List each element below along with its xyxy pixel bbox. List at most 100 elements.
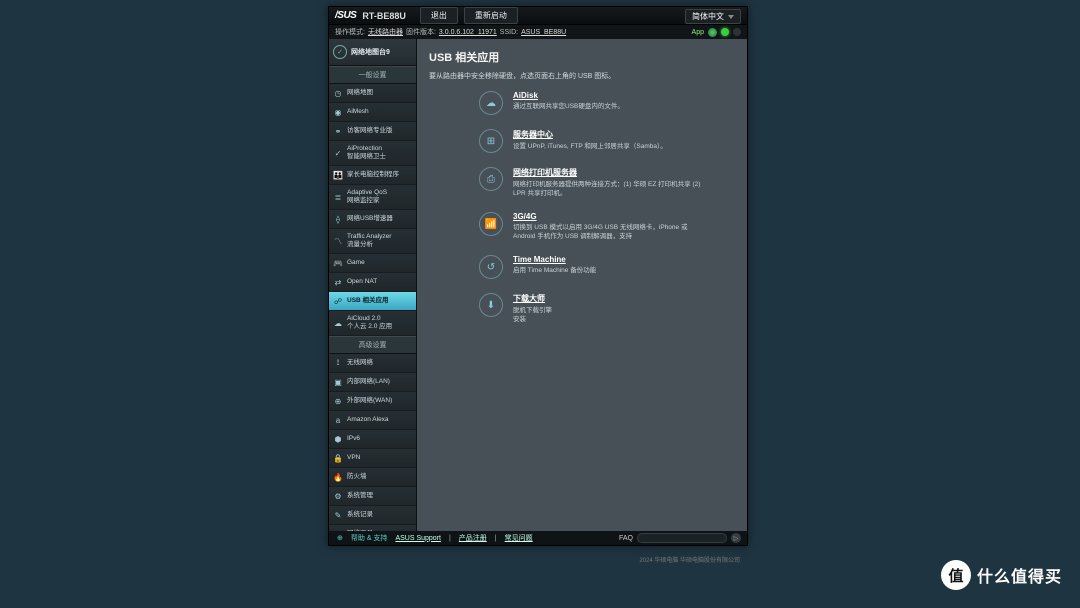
sidebar-icon: ⟠: [333, 214, 343, 224]
app-link[interactable]: App: [692, 29, 704, 36]
sidebar-item-advanced-0[interactable]: ⟟无线网络: [329, 354, 416, 373]
usb-status-icon[interactable]: [721, 28, 729, 36]
sidebar-icon: ⊕: [333, 396, 343, 406]
sidebar-item-general-2[interactable]: ⚭ 访客网络专业版: [329, 122, 416, 141]
faq-search-input[interactable]: [637, 533, 727, 543]
usb-app-title[interactable]: Time Machine: [513, 255, 596, 264]
gear-icon[interactable]: [708, 28, 717, 37]
usb-app-title[interactable]: AiDisk: [513, 91, 624, 100]
sidebar-icon: a: [333, 415, 343, 425]
main-content: USB 相关应用 要从路由器中安全移除硬盘，点选页面右上角的 USB 图标。 ☁…: [417, 39, 747, 531]
sidebar-icon: ◷: [333, 88, 343, 98]
sidebar-icon: 〽: [333, 236, 343, 246]
sidebar-item-general-3[interactable]: ✓ AiProtection智能网络卫士: [329, 141, 416, 166]
footer-link-register[interactable]: 产品注册: [459, 533, 487, 543]
ssid-value[interactable]: ASUS_BE88U: [521, 29, 566, 36]
sidebar-item-general-0[interactable]: ◷网络地图: [329, 84, 416, 103]
sidebar-icon: 🔒: [333, 453, 343, 463]
sidebar-item-label: 访客网络专业版: [347, 127, 393, 135]
sidebar-item-advanced-8[interactable]: ✎系统记录: [329, 506, 416, 525]
sidebar-item-label: 内部网络(LAN): [347, 378, 390, 386]
sidebar-item-label: 网络USB增速器: [347, 215, 393, 223]
sidebar-item-general-10[interactable]: ☍USB 相关应用: [329, 292, 416, 311]
sidebar-item-advanced-6[interactable]: 🔥防火墙: [329, 468, 416, 487]
footer-link-faq[interactable]: 常见问题: [505, 533, 533, 543]
sidebar-item-label: Game: [347, 259, 365, 267]
sidebar-icon: ▣: [333, 377, 343, 387]
sidebar-item-advanced-5[interactable]: 🔒 VPN: [329, 449, 416, 468]
usb-app-icon[interactable]: ⬇: [479, 293, 503, 317]
reboot-button[interactable]: 重新启动: [464, 7, 518, 24]
status-bar: 操作模式: 无线路由器 固件版本: 3.0.0.6.102_11971 SSID…: [329, 25, 747, 39]
sidebar-icon: ⇄: [333, 277, 343, 287]
sidebar-item-label: AiProtection智能网络卫士: [347, 145, 386, 161]
sidebar-item-general-6[interactable]: ⟠ 网络USB增速器: [329, 210, 416, 229]
language-select[interactable]: 简体中文: [685, 9, 741, 24]
sidebar-icon: ☍: [333, 296, 343, 306]
sidebar-item-label: Traffic Analyzer流量分析: [347, 233, 391, 249]
sidebar-item-advanced-2[interactable]: ⊕外部网络(WAN): [329, 392, 416, 411]
usb-app-desc: 脱机下载引擎安装: [513, 306, 552, 324]
usb-app-row-1: ⊞服务器中心设置 UPnP, iTunes, FTP 和网上邻居共享（Samba…: [429, 129, 735, 153]
usb-app-desc: 通过互联网共享您USB硬盘内的文件。: [513, 102, 624, 111]
sidebar-item-general-5[interactable]: ≣ Adaptive QoS网络监控家: [329, 185, 416, 210]
sidebar-item-general-9[interactable]: ⇄ Open NAT: [329, 273, 416, 292]
fw-label: 固件版本:: [406, 27, 436, 37]
help-label[interactable]: 帮助 & 支持: [351, 533, 388, 543]
sidebar-item-label: Open NAT: [347, 278, 377, 286]
usb-app-icon[interactable]: 📶: [479, 212, 503, 236]
section-general: 一般设置: [329, 66, 416, 84]
usb-app-icon[interactable]: ⊞: [479, 129, 503, 153]
sidebar-icon: ☁: [333, 318, 343, 328]
sidebar-item-label: IPv6: [347, 435, 360, 443]
sidebar-icon: ✓: [333, 148, 343, 158]
usb-app-icon[interactable]: ↺: [479, 255, 503, 279]
usb-app-title[interactable]: 服务器中心: [513, 129, 667, 140]
sidebar-icon: ≣: [333, 192, 343, 202]
top-bar: /SUS RT-BE88U 退出 重新启动 简体中文: [329, 7, 747, 25]
sidebar-item-advanced-1[interactable]: ▣ 内部网络(LAN): [329, 373, 416, 392]
usb-app-title[interactable]: 3G/4G: [513, 212, 703, 221]
sidebar-item-advanced-3[interactable]: a Amazon Alexa: [329, 411, 416, 430]
sidebar-item-label: 家长电脑控制程序: [347, 171, 399, 179]
router-admin-window: /SUS RT-BE88U 退出 重新启动 简体中文 操作模式: 无线路由器 固…: [328, 6, 748, 546]
copyright: 2024 华硕电脑 华硕电脑股份有限公司: [639, 555, 740, 564]
sidebar-item-label: VPN: [347, 454, 360, 462]
sidebar-item-general-1[interactable]: ◉AiMesh: [329, 103, 416, 122]
usb-app-title[interactable]: 下载大师: [513, 293, 552, 304]
section-advanced: 高级设置: [329, 336, 416, 354]
usb-app-desc: 网络打印机服务器提供两种连接方式：(1) 华硕 EZ 打印机共享 (2) LPR…: [513, 180, 703, 198]
network-map-shortcut[interactable]: ✓ 网络地图台9: [329, 39, 416, 66]
sidebar-icon: ✎: [333, 510, 343, 520]
watermark: 值 什么值得买: [941, 560, 1062, 590]
sidebar-item-label: Amazon Alexa: [347, 416, 389, 424]
sidebar-item-general-4[interactable]: 👪 家长电脑控制程序: [329, 166, 416, 185]
sidebar-item-advanced-7[interactable]: ⚙系统管理: [329, 487, 416, 506]
sidebar-item-label: AiCloud 2.0个人云 2.0 应用: [347, 315, 392, 331]
search-button[interactable]: ▷: [731, 533, 741, 543]
fw-value[interactable]: 3.0.0.6.102_11971: [439, 29, 497, 36]
logout-button[interactable]: 退出: [420, 7, 458, 24]
mode-value[interactable]: 无线路由器: [368, 27, 403, 37]
usb-app-desc: 启用 Time Machine 备份功能: [513, 266, 596, 275]
usb-app-icon[interactable]: ⎙: [479, 167, 503, 191]
page-title: USB 相关应用: [429, 49, 735, 65]
sidebar-item-general-8[interactable]: 🎮 Game: [329, 254, 416, 273]
usb-app-row-0: ☁ AiDisk 通过互联网共享您USB硬盘内的文件。: [429, 91, 735, 115]
sidebar-item-label: 防火墙: [347, 473, 367, 481]
sidebar-icon: 🎮: [333, 258, 343, 268]
sidebar-icon: 👪: [333, 170, 343, 180]
status-icon[interactable]: [733, 28, 741, 36]
sidebar-item-label: Adaptive QoS网络监控家: [347, 189, 387, 205]
usb-app-row-2: ⎙ 网络打印机服务器网络打印机服务器提供两种连接方式：(1) 华硕 EZ 打印机共…: [429, 167, 735, 198]
usb-app-icon[interactable]: ☁: [479, 91, 503, 115]
usb-app-desc: 切换到 USB 模式以启用 3G/4G USB 无线网络卡，iPhone 或 A…: [513, 223, 703, 241]
sidebar-item-general-11[interactable]: ☁ AiCloud 2.0个人云 2.0 应用: [329, 311, 416, 336]
sidebar-item-advanced-4[interactable]: ⬢IPv6: [329, 430, 416, 449]
sidebar-item-general-7[interactable]: 〽 Traffic Analyzer流量分析: [329, 229, 416, 254]
watermark-icon: 值: [941, 560, 971, 590]
usb-app-title[interactable]: 网络打印机服务器: [513, 167, 703, 178]
footer-link-support[interactable]: ASUS Support: [395, 535, 441, 542]
ssid-label: SSID:: [500, 29, 518, 36]
sidebar-icon: ⚭: [333, 126, 343, 136]
